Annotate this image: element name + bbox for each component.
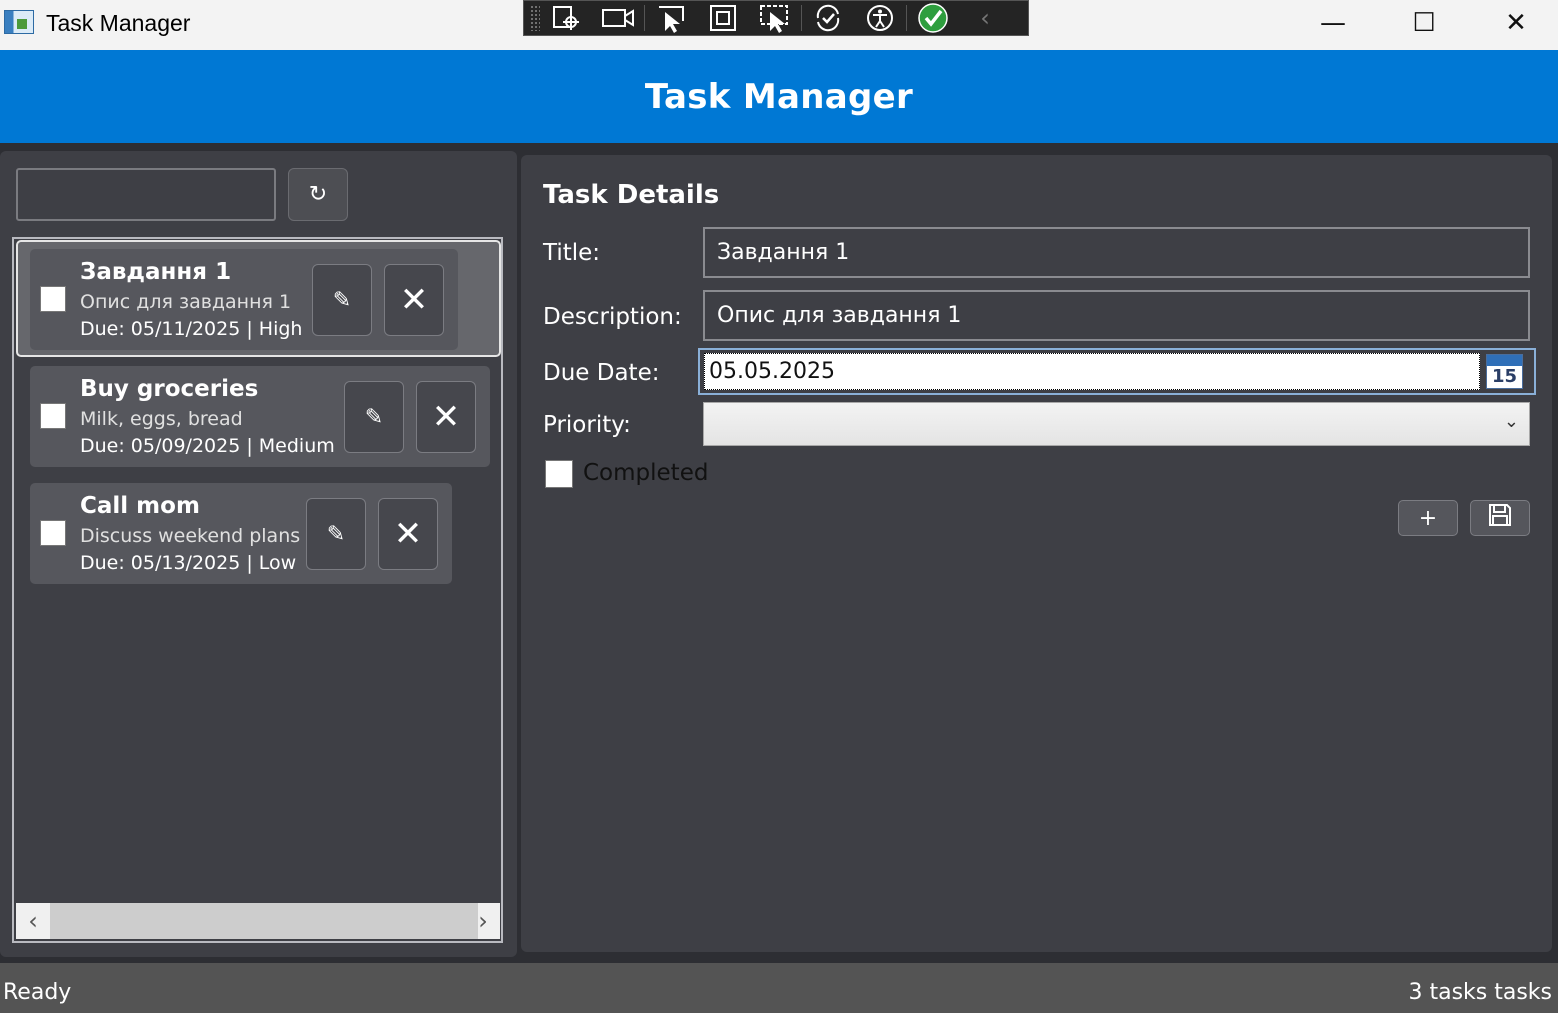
due-date-value: 05.05.2025	[709, 359, 835, 384]
task-meta: Due: 05/13/2025 | Low	[80, 552, 297, 574]
refresh-icon: ↻	[308, 182, 328, 207]
search-input[interactable]	[16, 168, 276, 221]
scrollbar-thumb[interactable]	[50, 903, 478, 939]
maximize-button[interactable]: ☐	[1378, 0, 1470, 46]
checkmark-status-icon[interactable]	[907, 1, 959, 35]
edit-task-button[interactable]: ✎	[306, 498, 366, 570]
chevron-down-icon: ⌄	[1503, 411, 1519, 432]
maximize-icon: ☐	[1412, 8, 1436, 38]
close-icon: ✕	[431, 397, 461, 437]
scroll-left-icon[interactable]: ‹	[16, 903, 50, 939]
task-title: Buy groceries	[80, 376, 259, 402]
task-completed-checkbox[interactable]	[40, 403, 66, 429]
due-date-input[interactable]: 05.05.2025	[704, 353, 1480, 390]
list-item[interactable]: Завдання 1 Опис для завдання 1 Due: 05/1…	[30, 249, 458, 350]
task-completed-checkbox[interactable]	[40, 520, 66, 546]
task-count: 3 tasks tasks	[1408, 980, 1552, 1005]
pencil-icon: ✎	[332, 287, 352, 313]
calendar-day: 15	[1491, 366, 1518, 387]
live-visual-tree-icon[interactable]	[540, 1, 592, 35]
list-item[interactable]: Call mom Discuss weekend plans Due: 05/1…	[30, 483, 452, 584]
task-meta: Due: 05/11/2025 | High	[80, 318, 303, 340]
pencil-icon: ✎	[364, 404, 384, 430]
plus-icon: +	[1418, 505, 1438, 531]
accessibility-icon[interactable]	[854, 1, 906, 35]
calendar-icon[interactable]: 15	[1486, 354, 1523, 389]
completed-checkbox[interactable]	[545, 460, 573, 488]
app-header: Task Manager	[0, 50, 1558, 143]
delete-task-button[interactable]: ✕	[416, 381, 476, 453]
minimize-icon: —	[1320, 8, 1346, 38]
task-title: Call mom	[80, 493, 200, 519]
window-title: Task Manager	[46, 10, 191, 36]
display-layout-adorners-icon[interactable]	[697, 1, 749, 35]
completed-label[interactable]: Completed	[583, 460, 708, 486]
task-completed-checkbox[interactable]	[40, 286, 66, 312]
refresh-button[interactable]: ↻	[288, 168, 348, 221]
status-bar: Ready 3 tasks tasks	[0, 963, 1558, 1013]
minimize-button[interactable]: —	[1287, 0, 1379, 46]
priority-select[interactable]: ⌄	[703, 402, 1530, 446]
task-description: Milk, eggs, bread	[80, 408, 243, 430]
select-element-icon[interactable]	[645, 1, 697, 35]
debug-toolbar: ‹	[523, 0, 1029, 36]
track-focus-icon[interactable]	[749, 1, 801, 35]
task-title: Завдання 1	[80, 259, 232, 285]
delete-task-button[interactable]: ✕	[384, 264, 444, 336]
pencil-icon: ✎	[326, 521, 346, 547]
delete-task-button[interactable]: ✕	[378, 498, 438, 570]
title-field-value: Завдання 1	[717, 240, 850, 265]
description-field[interactable]: Опис для завдання 1	[703, 290, 1530, 341]
edit-task-button[interactable]: ✎	[344, 381, 404, 453]
due-date-label: Due Date:	[543, 360, 660, 386]
add-task-button[interactable]: +	[1398, 500, 1458, 536]
title-label: Title:	[543, 240, 601, 266]
horizontal-scrollbar[interactable]: ‹ ›	[16, 903, 500, 939]
save-task-button[interactable]	[1470, 500, 1530, 536]
details-heading: Task Details	[543, 180, 720, 210]
edit-task-button[interactable]: ✎	[312, 264, 372, 336]
toolbar-grip-icon[interactable]	[530, 5, 540, 31]
hot-reload-icon[interactable]	[802, 1, 854, 35]
scroll-right-icon[interactable]: ›	[466, 903, 500, 939]
close-icon: ✕	[399, 280, 429, 320]
app-icon	[4, 10, 34, 34]
task-meta: Due: 05/09/2025 | Medium	[80, 435, 335, 457]
close-icon: ✕	[1505, 8, 1527, 38]
list-item[interactable]: Buy groceries Milk, eggs, bread Due: 05/…	[30, 366, 490, 467]
task-description: Опис для завдання 1	[80, 291, 292, 313]
close-icon: ✕	[393, 514, 423, 554]
title-field[interactable]: Завдання 1	[703, 227, 1530, 278]
description-label: Description:	[543, 304, 682, 330]
app-header-title: Task Manager	[644, 76, 914, 117]
camera-icon[interactable]	[592, 1, 644, 35]
title-bar: Task Manager ‹ — ☐ ✕	[0, 0, 1558, 50]
close-button[interactable]: ✕	[1470, 0, 1558, 46]
save-icon	[1487, 502, 1513, 534]
collapse-toolbar-icon[interactable]: ‹	[959, 1, 1011, 35]
status-text: Ready	[3, 980, 72, 1005]
task-description: Discuss weekend plans	[80, 525, 301, 547]
priority-label: Priority:	[543, 412, 631, 438]
description-field-value: Опис для завдання 1	[717, 303, 962, 328]
due-date-picker[interactable]: 05.05.2025 15	[698, 348, 1536, 395]
